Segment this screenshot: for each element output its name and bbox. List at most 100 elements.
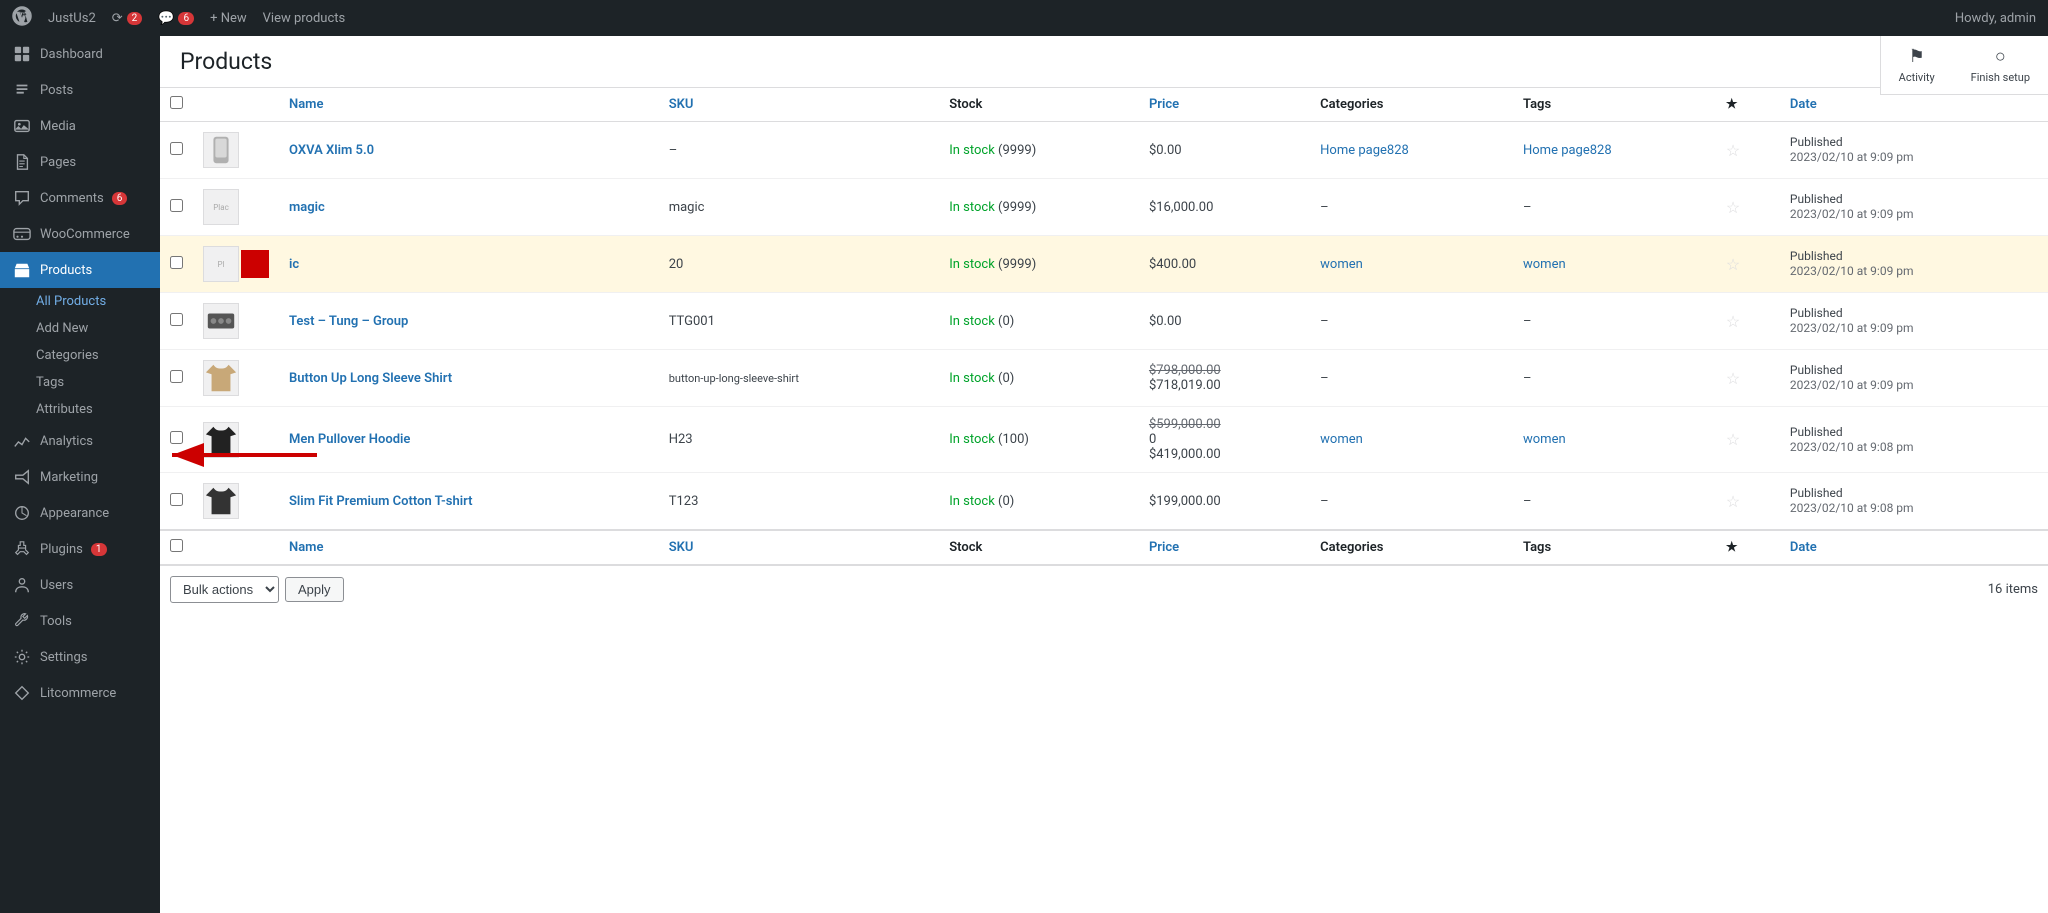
stock-header[interactable]: Stock: [939, 88, 1139, 122]
product-name-link[interactable]: Men Pullover Hoodie: [289, 432, 410, 447]
footer-date[interactable]: Date: [1780, 530, 2048, 565]
sidebar-item-pages[interactable]: Pages: [0, 144, 160, 180]
product-name-link[interactable]: ic: [289, 257, 299, 272]
star-icon[interactable]: ☆: [1726, 198, 1740, 217]
row-name-cell[interactable]: Men Pullover Hoodie: [279, 407, 659, 473]
product-thumbnail: [203, 422, 239, 458]
sidebar-item-users[interactable]: Users: [0, 567, 160, 603]
row-checkbox[interactable]: [170, 431, 183, 444]
sidebar-item-marketing[interactable]: Marketing: [0, 459, 160, 495]
row-checkbox[interactable]: [170, 256, 183, 269]
sidebar-item-settings[interactable]: Settings: [0, 639, 160, 675]
row-name-cell[interactable]: OXVA Xlim 5.0: [279, 122, 659, 179]
footer-name[interactable]: Name: [279, 530, 659, 565]
row-name-cell[interactable]: ic: [279, 236, 659, 293]
submenu-tags[interactable]: Tags: [0, 369, 160, 396]
row-name-cell[interactable]: Test – Tung – Group: [279, 293, 659, 350]
product-name-link[interactable]: Button Up Long Sleeve Shirt: [289, 371, 452, 386]
star-icon[interactable]: ☆: [1726, 312, 1740, 331]
row-categories-cell[interactable]: Home page828: [1310, 122, 1513, 179]
row-checkbox-cell[interactable]: [160, 407, 193, 473]
row-checkbox-cell[interactable]: [160, 350, 193, 407]
sidebar-label-pages: Pages: [40, 155, 76, 170]
row-star-cell[interactable]: ☆: [1716, 236, 1780, 293]
sidebar-item-tools[interactable]: Tools: [0, 603, 160, 639]
footer-price[interactable]: Price: [1139, 530, 1310, 565]
submenu-add-new[interactable]: Add New: [0, 315, 160, 342]
row-star-cell[interactable]: ☆: [1716, 122, 1780, 179]
footer-sku[interactable]: SKU: [659, 530, 940, 565]
price-header[interactable]: Price: [1139, 88, 1310, 122]
star-icon[interactable]: ☆: [1726, 141, 1740, 160]
row-tags-cell[interactable]: women: [1513, 407, 1716, 473]
sidebar-item-products[interactable]: Products: [0, 252, 160, 288]
submenu-categories[interactable]: Categories: [0, 342, 160, 369]
updates-item[interactable]: ⟳ 2: [112, 11, 143, 26]
row-checkbox-cell[interactable]: [160, 473, 193, 531]
product-name-link[interactable]: magic: [289, 200, 325, 215]
sidebar-item-dashboard[interactable]: Dashboard: [0, 36, 160, 72]
select-all-header[interactable]: [160, 88, 193, 122]
row-categories-cell[interactable]: women: [1310, 236, 1513, 293]
comments-count: 6: [178, 12, 194, 25]
footer-select-all[interactable]: [170, 539, 183, 552]
star-icon[interactable]: ☆: [1726, 430, 1740, 449]
footer-checkbox[interactable]: [160, 530, 193, 565]
star-icon[interactable]: ☆: [1726, 255, 1740, 274]
bulk-actions-select[interactable]: Bulk actions Delete: [170, 576, 279, 603]
row-name-cell[interactable]: Button Up Long Sleeve Shirt: [279, 350, 659, 407]
row-star-cell[interactable]: ☆: [1716, 293, 1780, 350]
row-stock-cell: In stock (9999): [939, 179, 1139, 236]
star-icon[interactable]: ☆: [1726, 492, 1740, 511]
row-star-cell[interactable]: ☆: [1716, 350, 1780, 407]
row-name-cell[interactable]: Slim Fit Premium Cotton T-shirt: [279, 473, 659, 531]
sidebar-item-analytics[interactable]: Analytics: [0, 423, 160, 459]
row-checkbox[interactable]: [170, 199, 183, 212]
row-tags-cell[interactable]: Home page828: [1513, 122, 1716, 179]
sidebar-item-posts[interactable]: Posts: [0, 72, 160, 108]
comments-item[interactable]: 💬 6: [158, 11, 194, 26]
apply-button[interactable]: Apply: [285, 577, 344, 602]
sidebar-label-tools: Tools: [40, 614, 72, 629]
name-header[interactable]: Name: [279, 88, 659, 122]
sku-header[interactable]: SKU: [659, 88, 940, 122]
row-checkbox-cell[interactable]: [160, 122, 193, 179]
submenu-all-products[interactable]: All Products: [0, 288, 160, 315]
sidebar-item-comments[interactable]: Comments 6: [0, 180, 160, 216]
row-tags-cell[interactable]: women: [1513, 236, 1716, 293]
row-checkbox-cell[interactable]: [160, 179, 193, 236]
sidebar-item-woocommerce[interactable]: WooCommerce: [0, 216, 160, 252]
product-name-link[interactable]: Slim Fit Premium Cotton T-shirt: [289, 494, 472, 509]
product-name-link[interactable]: Test – Tung – Group: [289, 314, 408, 329]
row-sku-cell: 20: [659, 236, 940, 293]
row-checkbox[interactable]: [170, 370, 183, 383]
row-price-cell: $199,000.00: [1139, 473, 1310, 531]
row-categories-cell[interactable]: women: [1310, 407, 1513, 473]
submenu-attributes[interactable]: Attributes: [0, 396, 160, 423]
row-checkbox-cell[interactable]: [160, 236, 193, 293]
sidebar-item-appearance[interactable]: Appearance: [0, 495, 160, 531]
litcommerce-icon: [12, 683, 32, 703]
finish-setup-button[interactable]: ○ Finish setup: [1953, 36, 2048, 94]
row-star-cell[interactable]: ☆: [1716, 179, 1780, 236]
sidebar-item-litcommerce[interactable]: Litcommerce: [0, 675, 160, 711]
row-name-cell[interactable]: magic: [279, 179, 659, 236]
row-checkbox[interactable]: [170, 313, 183, 326]
sidebar-label-analytics: Analytics: [40, 434, 93, 449]
row-checkbox[interactable]: [170, 493, 183, 506]
row-star-cell[interactable]: ☆: [1716, 473, 1780, 531]
sidebar-item-media[interactable]: Media: [0, 108, 160, 144]
product-name-link[interactable]: OXVA Xlim 5.0: [289, 143, 374, 158]
site-name[interactable]: JustUs2: [48, 11, 96, 26]
row-date-cell: Published2023/02/10 at 9:08 pm: [1780, 473, 2048, 531]
sidebar-item-plugins[interactable]: Plugins 1: [0, 531, 160, 567]
row-img-cell: [193, 407, 279, 473]
row-checkbox[interactable]: [170, 142, 183, 155]
row-checkbox-cell[interactable]: [160, 293, 193, 350]
row-star-cell[interactable]: ☆: [1716, 407, 1780, 473]
view-products-link[interactable]: View products: [263, 11, 346, 26]
star-icon[interactable]: ☆: [1726, 369, 1740, 388]
select-all-checkbox[interactable]: [170, 96, 183, 109]
new-item[interactable]: + New: [210, 11, 247, 26]
activity-button[interactable]: ⚑ Activity: [1881, 36, 1953, 94]
